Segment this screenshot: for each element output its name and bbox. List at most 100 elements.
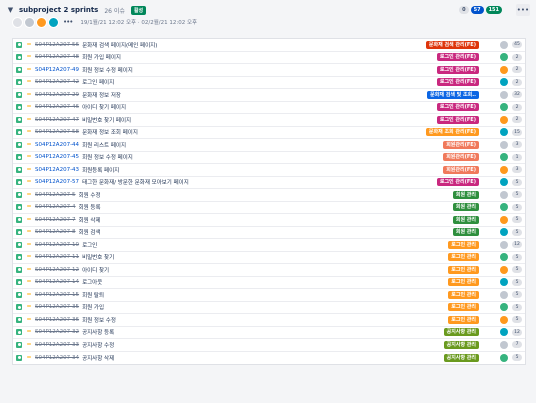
issue-key[interactable]: S04P12A207-48 [35, 54, 79, 60]
epic-lozenge[interactable]: 로그인 관리(FE) [436, 178, 479, 187]
epic-lozenge[interactable]: 공지사항 관리 [443, 340, 479, 349]
epic-lozenge[interactable]: 회원관리(FE) [443, 140, 479, 149]
assignee-avatar[interactable] [500, 240, 508, 249]
issue-row[interactable]: = S04P12A207-8 회원 검색 회원 관리 5 [13, 227, 525, 239]
issue-row[interactable]: = S04P12A207-36 회원 정보 수정 로그인 관리 5 [13, 314, 525, 327]
issue-row[interactable]: = S04P12A207-47 비밀번호 찾기 페이지 로그인 관리(FE) 2 [13, 114, 525, 127]
epic-lozenge[interactable]: 문화재 검색 관리(FE) [425, 40, 479, 49]
issue-key[interactable]: S04P12A207-58 [35, 129, 79, 135]
issue-row[interactable]: = S04P12A207-56 문화재 검색 페이지(메인 페이지) 문화재 검색 관… [13, 39, 525, 52]
issue-row[interactable]: = S04P12A207-10 로그인 로그인 관리 12 [13, 239, 525, 252]
assignee-avatar[interactable] [500, 203, 508, 212]
epic-lozenge[interactable]: 로그인 관리(FE) [436, 65, 479, 74]
epic-lozenge[interactable]: 로그인 관리(FE) [436, 103, 479, 112]
assignee-avatar[interactable] [500, 315, 508, 324]
epic-lozenge[interactable]: 로그인 관리 [448, 253, 479, 262]
assignee-avatar[interactable] [500, 40, 508, 49]
issue-key[interactable]: S04P12A207-14 [35, 279, 79, 285]
issue-row[interactable]: = S04P12A207-4 회원 등록 회원 관리 5 [13, 202, 525, 214]
issue-row[interactable]: = S04P12A207-7 회원 삭제 회원 관리 5 [13, 214, 525, 227]
issue-key[interactable]: S04P12A207-33 [35, 342, 79, 348]
issue-row[interactable]: = S04P12A207-34 공지사항 삭제 공지사항 관리 5 [13, 352, 525, 365]
issue-key[interactable]: S04P12A207-45 [35, 154, 79, 160]
epic-lozenge[interactable]: 문화재 조회 관리(FE) [425, 128, 479, 137]
issue-key[interactable]: S04P12A207-36 [35, 317, 79, 323]
issue-key[interactable]: S04P12A207-8 [35, 229, 76, 235]
assignee-avatar[interactable] [500, 228, 508, 237]
issue-key[interactable]: S04P12A207-49 [35, 67, 79, 73]
assignee-avatar[interactable] [500, 153, 508, 162]
issue-key[interactable]: S04P12A207-46 [35, 104, 79, 110]
assignee-avatar[interactable] [500, 65, 508, 74]
epic-lozenge[interactable]: 로그인 관리 [448, 278, 479, 287]
issue-row[interactable]: = S04P12A207-46 아이디 찾기 페이지 로그인 관리(FE) 2 [13, 102, 525, 114]
issue-row[interactable]: = S04P12A207-44 회원 리스트 페이지 회원관리(FE) 3 [13, 139, 525, 152]
issue-row[interactable]: = S04P12A207-57 태그한 문화재/ 방문한 문화재 모아보기 페이지 로… [13, 177, 525, 189]
epic-lozenge[interactable]: 문화재 검색 및 조회.. [427, 90, 479, 99]
assignee-avatar[interactable] [500, 53, 508, 62]
epic-lozenge[interactable]: 로그인 관리(FE) [436, 53, 479, 62]
avatar-filter-icon[interactable] [36, 16, 47, 28]
issue-key[interactable]: S04P12A207-35 [35, 304, 79, 310]
assignee-avatar[interactable] [500, 178, 508, 187]
issue-key[interactable]: S04P12A207-44 [35, 142, 79, 148]
epic-lozenge[interactable]: 공지사항 관리 [443, 353, 479, 362]
issue-key[interactable]: S04P12A207-29 [35, 92, 79, 98]
issue-row[interactable]: = S04P12A207-29 문화재 정보 저장 문화재 검색 및 조회.. 32 [13, 89, 525, 102]
issue-row[interactable]: = S04P12A207-15 회원 탈퇴 로그인 관리 5 [13, 289, 525, 302]
epic-lozenge[interactable]: 로그인 관리 [448, 315, 479, 324]
issue-key[interactable]: S04P12A207-4 [35, 204, 76, 210]
issue-row[interactable]: = S04P12A207-33 공지사항 수정 공지사항 관리 7 [13, 339, 525, 352]
issue-key[interactable]: S04P12A207-5 [35, 192, 76, 198]
epic-lozenge[interactable]: 회원 관리 [452, 203, 479, 212]
issue-key[interactable]: S04P12A207-56 [35, 42, 79, 48]
epic-lozenge[interactable]: 로그인 관리(FE) [436, 115, 479, 124]
epic-lozenge[interactable]: 로그인 관리 [448, 240, 479, 249]
issue-row[interactable]: = S04P12A207-11 비밀번호 찾기 로그인 관리 5 [13, 252, 525, 264]
epic-lozenge[interactable]: 로그인 관리 [448, 265, 479, 274]
issue-key[interactable]: S04P12A207-11 [35, 254, 79, 260]
sprint-menu-button[interactable]: ••• [516, 4, 530, 16]
issue-row[interactable]: = S04P12A207-14 로그아웃 로그인 관리 5 [13, 277, 525, 289]
issue-key[interactable]: S04P12A207-34 [35, 355, 79, 361]
assignee-avatar[interactable] [500, 140, 508, 149]
assignee-avatar[interactable] [500, 290, 508, 299]
assignee-avatar[interactable] [500, 265, 508, 274]
assignee-avatar[interactable] [500, 328, 508, 337]
assignee-avatar[interactable] [500, 103, 508, 112]
assignee-avatar[interactable] [500, 115, 508, 124]
assignee-avatar[interactable] [500, 303, 508, 312]
issue-key[interactable]: S04P12A207-47 [35, 117, 79, 123]
epic-lozenge[interactable]: 회원관리(FE) [443, 165, 479, 174]
issue-key[interactable]: S04P12A207-10 [35, 242, 79, 248]
issue-row[interactable]: = S04P12A207-5 회원 수정 회원 관리 5 [13, 189, 525, 202]
assignee-avatar[interactable] [500, 253, 508, 262]
issue-key[interactable]: S04P12A207-32 [35, 329, 79, 335]
epic-lozenge[interactable]: 회원 관리 [452, 215, 479, 224]
issue-row[interactable]: = S04P12A207-45 회원 정보 수정 페이지 회원관리(FE) 1 [13, 152, 525, 164]
issue-key[interactable]: S04P12A207-15 [35, 292, 79, 298]
issue-key[interactable]: S04P12A207-7 [35, 217, 76, 223]
epic-lozenge[interactable]: 로그인 관리 [448, 290, 479, 299]
assignee-avatar[interactable] [500, 215, 508, 224]
issue-row[interactable]: = S04P12A207-12 아이디 찾기 로그인 관리 5 [13, 264, 525, 277]
issue-row[interactable]: = S04P12A207-32 공지사항 등록 공지사항 관리 12 [13, 327, 525, 339]
assignee-avatar[interactable] [500, 128, 508, 137]
chevron-down-icon[interactable]: ▼ [6, 6, 15, 15]
more-assignees-icon[interactable]: ••• [63, 18, 73, 26]
avatar-filter-icon[interactable] [48, 16, 59, 28]
epic-lozenge[interactable]: 공지사항 관리 [443, 328, 479, 337]
issue-row[interactable]: = S04P12A207-48 회원 가입 페이지 로그인 관리(FE) 2 [13, 52, 525, 64]
issue-row[interactable]: = S04P12A207-42 로그인 페이지 로그인 관리(FE) 2 [13, 77, 525, 89]
issue-key[interactable]: S04P12A207-43 [35, 167, 79, 173]
issue-row[interactable]: = S04P12A207-35 회원 가입 로그인 관리 5 [13, 302, 525, 314]
epic-lozenge[interactable]: 회원 관리 [452, 190, 479, 199]
assignee-avatar[interactable] [500, 353, 508, 362]
issue-key[interactable]: S04P12A207-42 [35, 79, 79, 85]
issue-key[interactable]: S04P12A207-12 [35, 267, 79, 273]
epic-lozenge[interactable]: 회원관리(FE) [443, 153, 479, 162]
assignee-avatar[interactable] [500, 340, 508, 349]
avatar-filter-icon[interactable] [12, 16, 23, 28]
assignee-avatar[interactable] [500, 190, 508, 199]
issue-row[interactable]: = S04P12A207-58 문화재 정보 조회 페이지 문화재 조회 관리(FE)… [13, 127, 525, 139]
